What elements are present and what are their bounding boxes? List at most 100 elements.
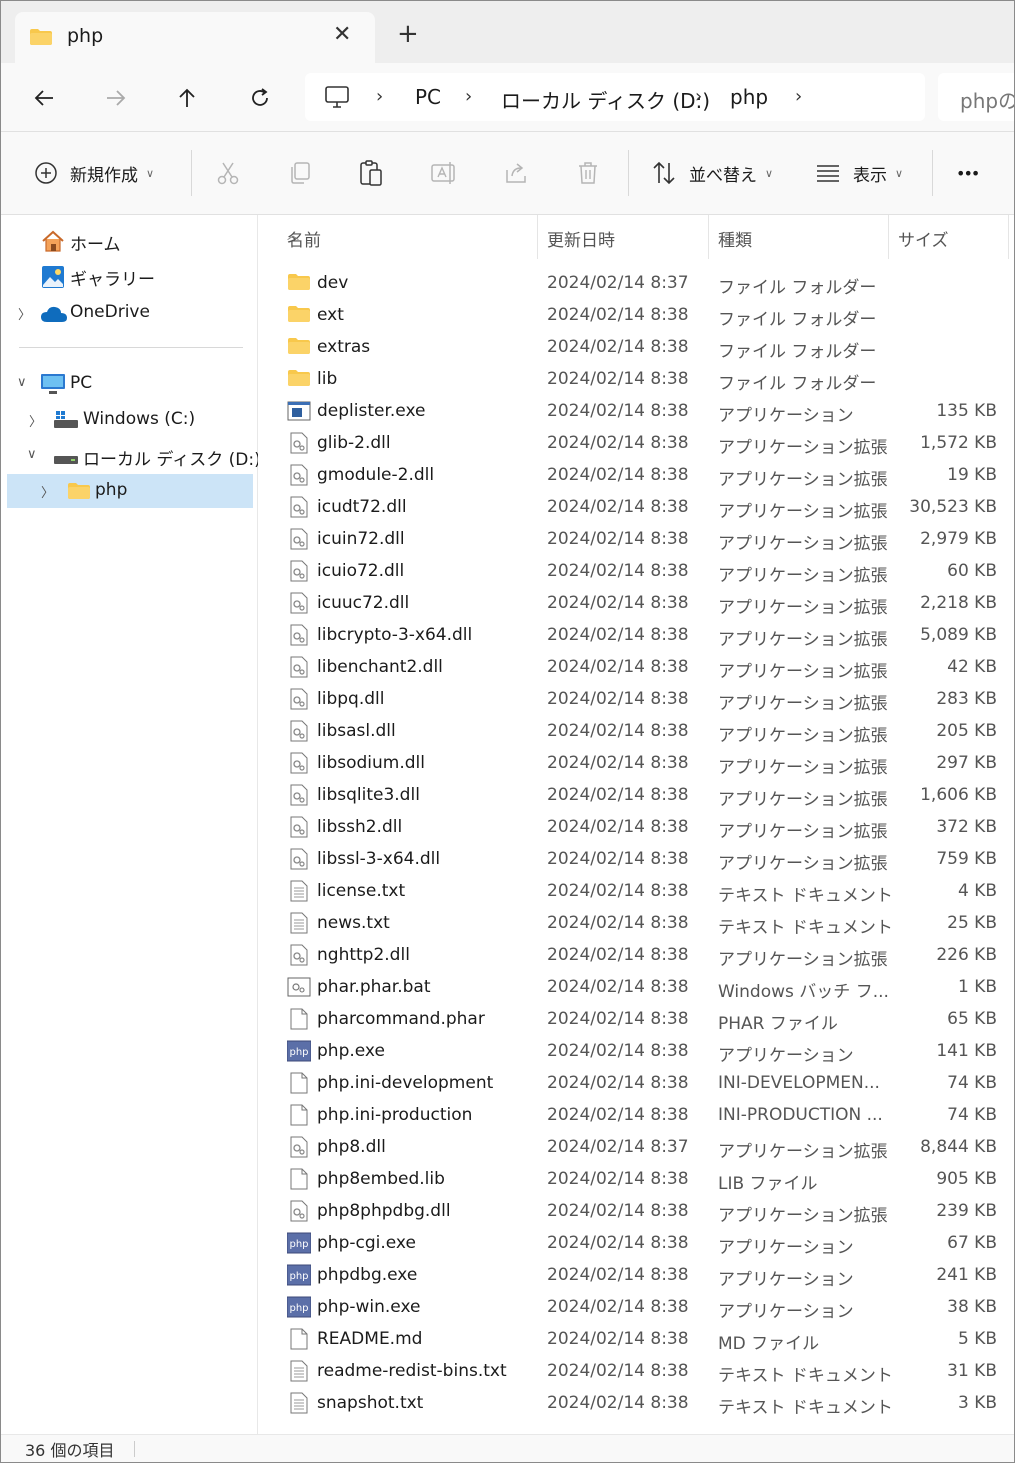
nav-onedrive[interactable]: 〉 OneDrive — [7, 296, 253, 330]
file-row[interactable]: php8phpdbg.dll 2024/02/14 8:38 アプリケーション拡張 2… — [258, 1195, 1014, 1227]
file-row[interactable]: php.ini-development 2024/02/14 8:38 INI-DE… — [258, 1067, 1014, 1099]
chevron-right-icon[interactable]: 〉 — [41, 482, 54, 501]
file-row[interactable]: glib-2.dll 2024/02/14 8:38 アプリケーション拡張 1,572… — [258, 427, 1014, 459]
file-date: 2024/02/14 8:38 — [547, 1361, 689, 1381]
rename-button[interactable] — [430, 157, 458, 189]
column-divider[interactable] — [1008, 215, 1009, 259]
column-divider[interactable] — [888, 215, 889, 259]
file-row[interactable]: nghttp2.dll 2024/02/14 8:38 アプリケーション拡張 226 … — [258, 939, 1014, 971]
file-date: 2024/02/14 8:37 — [547, 273, 689, 293]
address-bar[interactable]: › PC › ローカル ディスク (D:) › php › — [305, 73, 925, 121]
file-row[interactable]: libssh2.dll 2024/02/14 8:38 アプリケーション拡張 372 … — [258, 811, 1014, 843]
column-header-name[interactable]: 名前 ︿ — [287, 215, 537, 259]
chevron-right-icon[interactable]: 〉 — [18, 304, 31, 323]
file-name: gmodule-2.dll — [317, 465, 435, 485]
file-date: 2024/02/14 8:38 — [547, 1393, 689, 1413]
refresh-button[interactable] — [243, 81, 277, 115]
file-size: 1,572 KB — [920, 433, 997, 453]
file-row[interactable]: icuio72.dll 2024/02/14 8:38 アプリケーション拡張 60 K… — [258, 555, 1014, 587]
folder-icon — [67, 482, 91, 504]
file-row[interactable]: phar.phar.bat 2024/02/14 8:38 Windows バッチ … — [258, 971, 1014, 1003]
breadcrumb-local-disk[interactable]: ローカル ディスク (D:) — [501, 85, 710, 114]
column-type-label: 種類 — [718, 231, 752, 251]
nav-home[interactable]: ホーム — [7, 224, 253, 258]
file-row[interactable]: libpq.dll 2024/02/14 8:38 アプリケーション拡張 283 KB — [258, 683, 1014, 715]
file-row[interactable]: news.txt 2024/02/14 8:38 テキスト ドキュメント 25 KB — [258, 907, 1014, 939]
column-header-type[interactable]: 種類 — [718, 215, 888, 259]
column-header-size[interactable]: サイズ — [898, 215, 1008, 259]
file-name: ext — [317, 305, 344, 325]
column-divider[interactable] — [537, 215, 538, 259]
file-row[interactable]: libsodium.dll 2024/02/14 8:38 アプリケーション拡張 29… — [258, 747, 1014, 779]
column-header-date[interactable]: 更新日時 — [547, 215, 707, 259]
file-row[interactable]: dev 2024/02/14 8:37 ファイル フォルダー — [258, 267, 1014, 299]
up-button[interactable] — [170, 81, 204, 115]
file-date: 2024/02/14 8:38 — [547, 817, 689, 837]
paste-button[interactable] — [358, 157, 384, 189]
file-type: アプリケーション — [718, 1270, 854, 1290]
file-row[interactable]: libcrypto-3-x64.dll 2024/02/14 8:38 アプリケーシ… — [258, 619, 1014, 651]
more-options-button[interactable]: ••• — [956, 157, 980, 189]
nav-local-disk-d[interactable]: ∨ ローカル ディスク (D:) — [7, 439, 261, 473]
new-button[interactable]: 新規作成 ∨ — [34, 157, 154, 189]
file-row[interactable]: gmodule-2.dll 2024/02/14 8:38 アプリケーション拡張 19… — [258, 459, 1014, 491]
search-box[interactable]: phpの検索 — [938, 73, 1014, 121]
folder-icon — [29, 28, 53, 50]
tab-php[interactable]: php ✕ — [15, 12, 375, 63]
file-row[interactable]: snapshot.txt 2024/02/14 8:38 テキスト ドキュメント 3 … — [258, 1387, 1014, 1419]
file-name: license.txt — [317, 881, 406, 901]
scissors-icon — [217, 162, 239, 185]
file-row[interactable]: extras 2024/02/14 8:38 ファイル フォルダー — [258, 331, 1014, 363]
nav-windows-c[interactable]: 〉 Windows (C:) — [7, 403, 253, 437]
file-row[interactable]: license.txt 2024/02/14 8:38 テキスト ドキュメント 4 K… — [258, 875, 1014, 907]
delete-button[interactable] — [575, 157, 601, 189]
file-row[interactable]: php php-cgi.exe 2024/02/14 8:38 アプリケーション 67 … — [258, 1227, 1014, 1259]
nav-pc[interactable]: ∨ PC — [7, 367, 253, 401]
column-divider[interactable] — [708, 215, 709, 259]
back-button[interactable] — [27, 81, 61, 115]
file-row[interactable]: php8embed.lib 2024/02/14 8:38 LIB ファイル 905 … — [258, 1163, 1014, 1195]
file-row[interactable]: icuin72.dll 2024/02/14 8:38 アプリケーション拡張 2,97… — [258, 523, 1014, 555]
copy-button[interactable] — [287, 157, 313, 189]
file-name: icuio72.dll — [317, 561, 405, 581]
nav-gallery[interactable]: ギャラリー — [7, 259, 253, 293]
share-button[interactable] — [503, 157, 529, 189]
file-row[interactable]: pharcommand.phar 2024/02/14 8:38 PHAR ファイル… — [258, 1003, 1014, 1035]
cut-button[interactable] — [215, 157, 241, 189]
file-row[interactable]: php php-win.exe 2024/02/14 8:38 アプリケーション 38 … — [258, 1291, 1014, 1323]
text-file-icon — [287, 1360, 311, 1382]
file-type: アプリケーション拡張 — [718, 470, 888, 490]
file-row[interactable]: ext 2024/02/14 8:38 ファイル フォルダー — [258, 299, 1014, 331]
new-tab-button[interactable]: + — [397, 21, 419, 47]
view-button[interactable]: 表示 ∨ — [815, 157, 903, 189]
file-row[interactable]: icuuc72.dll 2024/02/14 8:38 アプリケーション拡張 2,21… — [258, 587, 1014, 619]
sort-button[interactable]: 並べ替え ∨ — [651, 157, 773, 189]
file-row[interactable]: deplister.exe 2024/02/14 8:38 アプリケーション 135 … — [258, 395, 1014, 427]
file-row[interactable]: php8.dll 2024/02/14 8:37 アプリケーション拡張 8,844 K… — [258, 1131, 1014, 1163]
file-row[interactable]: php phpdbg.exe 2024/02/14 8:38 アプリケーション 241 … — [258, 1259, 1014, 1291]
home-icon — [40, 230, 66, 256]
file-row[interactable]: icudt72.dll 2024/02/14 8:38 アプリケーション拡張 30,5… — [258, 491, 1014, 523]
file-row[interactable]: libsqlite3.dll 2024/02/14 8:38 アプリケーション拡張 1… — [258, 779, 1014, 811]
file-row[interactable]: libsasl.dll 2024/02/14 8:38 アプリケーション拡張 205 … — [258, 715, 1014, 747]
file-date: 2024/02/14 8:38 — [547, 881, 689, 901]
file-row[interactable]: libenchant2.dll 2024/02/14 8:38 アプリケーション拡張… — [258, 651, 1014, 683]
file-type: Windows バッチ フ... — [718, 982, 889, 1002]
nav-php[interactable]: 〉 php — [7, 474, 253, 508]
breadcrumb-php[interactable]: php — [730, 85, 768, 109]
breadcrumb-pc[interactable]: PC — [415, 85, 441, 109]
close-tab-button[interactable]: ✕ — [333, 22, 351, 47]
chevron-down-icon[interactable]: ∨ — [27, 447, 37, 462]
chevron-down-icon[interactable]: ∨ — [17, 375, 27, 390]
file-row[interactable]: libssl-3-x64.dll 2024/02/14 8:38 アプリケーション拡… — [258, 843, 1014, 875]
file-row[interactable]: php php.exe 2024/02/14 8:38 アプリケーション 141 KB — [258, 1035, 1014, 1067]
file-name: phar.phar.bat — [317, 977, 431, 997]
file-name: libenchant2.dll — [317, 657, 443, 677]
php-icon: php — [286, 1232, 312, 1254]
file-row[interactable]: readme-redist-bins.txt 2024/02/14 8:38 テキス… — [258, 1355, 1014, 1387]
file-row[interactable]: lib 2024/02/14 8:38 ファイル フォルダー — [258, 363, 1014, 395]
file-row[interactable]: README.md 2024/02/14 8:38 MD ファイル 5 KB — [258, 1323, 1014, 1355]
forward-button[interactable] — [99, 81, 133, 115]
chevron-right-icon[interactable]: 〉 — [29, 411, 42, 430]
file-row[interactable]: php.ini-production 2024/02/14 8:38 INI-PRO… — [258, 1099, 1014, 1131]
